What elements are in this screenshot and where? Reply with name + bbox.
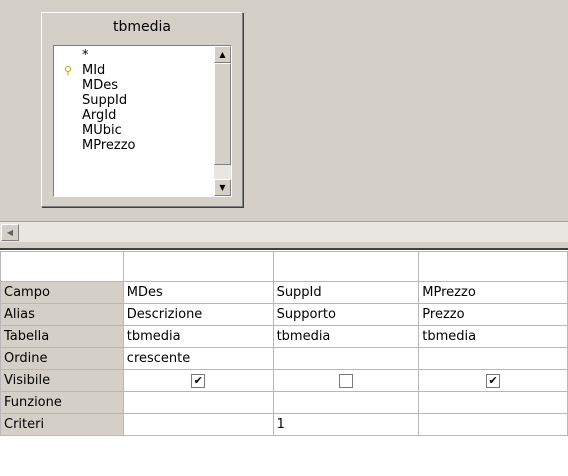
field-item-mprezzo[interactable]: MPrezzo xyxy=(54,138,204,153)
visible-checkbox[interactable]: ✔ xyxy=(486,373,501,388)
grid-row-visibile: Visibile ✔ ✔ xyxy=(0,369,568,392)
grid-cell[interactable] xyxy=(122,413,274,436)
grid-cell[interactable] xyxy=(418,413,568,436)
grid-cell xyxy=(272,369,420,392)
query-grid: Campo MDes SuppId MPrezzo Alias Descrizi… xyxy=(0,251,568,476)
grid-cell[interactable]: MDes xyxy=(122,281,274,304)
grid-cell[interactable]: 1 xyxy=(272,413,420,436)
grid-cell[interactable]: Descrizione xyxy=(122,303,274,326)
grid-corner xyxy=(0,251,124,282)
table-title: tbmedia xyxy=(113,19,171,35)
field-item-all[interactable]: * xyxy=(54,48,204,63)
grid-cell[interactable]: tbmedia xyxy=(418,325,568,348)
grid-row-campo: Campo MDes SuppId MPrezzo xyxy=(0,281,568,304)
grid-cell[interactable]: tbmedia xyxy=(122,325,274,348)
grid-row-criteri: Criteri 1 xyxy=(0,413,568,436)
row-label: Visibile xyxy=(0,369,124,392)
grid-cell[interactable]: Prezzo xyxy=(418,303,568,326)
row-label: Campo xyxy=(0,281,124,304)
table-window-tbmedia[interactable]: tbmedia * ⚲ MId MDes SuppId ArgId MUbic M… xyxy=(41,12,243,207)
grid-cell[interactable]: SuppId xyxy=(272,281,420,304)
key-icon: ⚲ xyxy=(64,64,73,77)
field-item-argid[interactable]: ArgId xyxy=(54,108,204,123)
grid-cell[interactable]: crescente xyxy=(122,347,274,370)
field-item-mubic[interactable]: MUbic xyxy=(54,123,204,138)
field-item-mdes[interactable]: MDes xyxy=(54,78,204,93)
grid-cell[interactable]: tbmedia xyxy=(272,325,420,348)
scrollbar-thumb[interactable] xyxy=(214,63,231,165)
grid-cell[interactable] xyxy=(418,391,568,414)
scroll-down-icon[interactable]: ▼ xyxy=(214,179,231,196)
grid-cell[interactable] xyxy=(418,347,568,370)
grid-cell[interactable] xyxy=(272,347,420,370)
row-label: Funzione xyxy=(0,391,124,414)
field-list-scrollbar[interactable]: ▲ ▼ xyxy=(214,46,231,196)
field-item-mid[interactable]: ⚲ MId xyxy=(54,63,204,78)
column-selector[interactable] xyxy=(418,251,568,282)
field-list[interactable]: * ⚲ MId MDes SuppId ArgId MUbic MPrezzo ▲… xyxy=(53,45,232,197)
visible-checkbox[interactable] xyxy=(338,373,353,388)
grid-header-row xyxy=(0,251,568,282)
row-label: Alias xyxy=(0,303,124,326)
column-selector[interactable] xyxy=(272,251,420,282)
grid-cell: ✔ xyxy=(418,369,568,392)
visible-checkbox[interactable]: ✔ xyxy=(191,373,206,388)
field-item-suppid[interactable]: SuppId xyxy=(54,93,204,108)
grid-cell[interactable] xyxy=(272,391,420,414)
grid-cell: ✔ xyxy=(122,369,274,392)
row-label: Tabella xyxy=(0,325,124,348)
grid-cell[interactable]: MPrezzo xyxy=(418,281,568,304)
design-horizontal-scrollbar[interactable]: ◀ xyxy=(0,221,568,242)
grid-cell[interactable]: Supporto xyxy=(272,303,420,326)
column-selector[interactable] xyxy=(122,251,274,282)
grid-row-tabella: Tabella tbmedia tbmedia tbmedia xyxy=(0,325,568,348)
pane-splitter[interactable] xyxy=(0,242,568,250)
row-label: Ordine xyxy=(0,347,124,370)
grid-row-funzione: Funzione xyxy=(0,391,568,414)
scroll-left-icon[interactable]: ◀ xyxy=(1,224,19,241)
row-label: Criteri xyxy=(0,413,124,436)
grid-cell[interactable] xyxy=(122,391,274,414)
scroll-up-icon[interactable]: ▲ xyxy=(214,46,231,63)
grid-row-alias: Alias Descrizione Supporto Prezzo xyxy=(0,303,568,326)
query-design-area: tbmedia * ⚲ MId MDes SuppId ArgId MUbic M… xyxy=(0,0,568,221)
grid-row-ordine: Ordine crescente xyxy=(0,347,568,370)
